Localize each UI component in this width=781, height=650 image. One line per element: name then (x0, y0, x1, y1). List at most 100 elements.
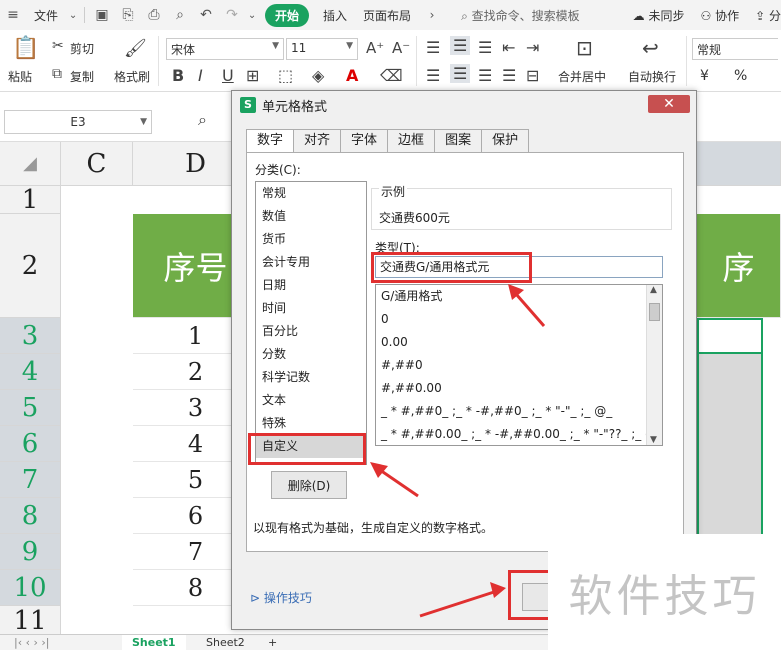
tab-page-layout[interactable]: 页面布局 (355, 7, 419, 24)
delete-button[interactable]: 删除(D) (271, 471, 347, 499)
export-icon[interactable]: ⎘ (115, 4, 141, 26)
undo-icon[interactable]: ↶ (193, 4, 219, 26)
indent-icon[interactable]: ⇥ (526, 38, 539, 57)
font-size-select[interactable]: 11 ▼ (286, 38, 358, 60)
row-header-4[interactable]: 4 (0, 354, 61, 390)
collab-button[interactable]: ⚇ 协作 (693, 7, 748, 24)
outdent-icon[interactable]: ⇤ (502, 38, 515, 57)
name-box[interactable]: E3 ▼ (4, 110, 152, 134)
sheet-tab-1[interactable]: Sheet1 (122, 635, 186, 650)
align-right-icon[interactable]: ☰ (478, 66, 492, 85)
category-item-custom[interactable]: 自定义 (256, 435, 366, 458)
currency-button[interactable]: ¥ (700, 68, 709, 84)
row-header-11[interactable]: 11 (0, 606, 61, 634)
copy-icon[interactable]: ⧉ (52, 66, 62, 82)
category-item[interactable]: 特殊 (256, 412, 366, 435)
tab-home[interactable]: 开始 (265, 3, 310, 27)
preview-icon[interactable]: ⌕ (167, 4, 193, 26)
chevron-down-icon[interactable]: ⌄ (245, 4, 259, 26)
cell-style-icon[interactable]: ⬚ (278, 66, 293, 85)
type-list-scrollbar[interactable]: ▲ ▼ (646, 285, 662, 445)
menu-file[interactable]: 文件 (26, 7, 66, 24)
type-list[interactable]: G/通用格式 0 0.00 #,##0 #,##0.00 _ * #,##0_ … (375, 284, 663, 446)
cut-button[interactable]: 剪切 (70, 40, 94, 57)
redo-icon[interactable]: ↷ (219, 4, 245, 26)
row-header-7[interactable]: 7 (0, 462, 61, 498)
print-icon[interactable]: ⎙ (141, 4, 167, 26)
tab-pattern[interactable]: 图案 (435, 129, 483, 153)
category-item[interactable]: 会计专用 (256, 251, 366, 274)
row-header-10[interactable]: 10 (0, 570, 61, 606)
category-item[interactable]: 分数 (256, 343, 366, 366)
menu-icon[interactable]: ≡ (0, 4, 26, 26)
search-box[interactable]: ⌕ 查找命令、搜索模板 (453, 7, 588, 24)
type-item[interactable]: _ * #,##0_ ;_ * -#,##0_ ;_ * "-"_ ;_ @_ (376, 400, 662, 423)
italic-button[interactable]: I (198, 66, 203, 85)
sheet-nav-icons[interactable]: |‹ ‹ › ›| (4, 635, 60, 650)
decrease-font-icon[interactable]: A⁻ (392, 39, 410, 57)
category-item[interactable]: 文本 (256, 389, 366, 412)
paste-button[interactable]: 粘贴 (8, 68, 32, 85)
scrollbar-thumb[interactable] (649, 303, 660, 321)
align-top-icon[interactable]: ☰ (426, 38, 440, 57)
format-painter-button[interactable]: 格式刷 (114, 68, 150, 85)
column-header-e[interactable] (697, 142, 781, 186)
brush-icon[interactable]: 🖌 (124, 38, 147, 59)
row-header-5[interactable]: 5 (0, 390, 61, 426)
type-input[interactable]: 交通费G/通用格式元 (375, 256, 663, 278)
align-bottom-icon[interactable]: ☰ (478, 38, 492, 57)
row-header-3[interactable]: 3 (0, 318, 61, 354)
number-format-select[interactable]: 常规 (692, 38, 778, 60)
scroll-up-icon[interactable]: ▲ (650, 285, 657, 295)
share-button[interactable]: ⇪ 分 (747, 7, 781, 24)
bold-button[interactable]: B (172, 66, 184, 85)
cell-e2-header[interactable]: 序 (697, 214, 781, 318)
font-color-icon[interactable]: A (346, 66, 358, 85)
tips-link[interactable]: ⊳ 操作技巧 (250, 589, 312, 606)
category-item[interactable]: 数值 (256, 205, 366, 228)
dialog-title-bar[interactable]: S 单元格格式 ✕ (232, 91, 696, 119)
fill-color-icon[interactable]: ◈ (312, 66, 324, 85)
add-sheet-icon[interactable]: + (258, 635, 287, 650)
eraser-icon[interactable]: ⌫ (380, 66, 403, 85)
category-item[interactable]: 货币 (256, 228, 366, 251)
distribute-icon[interactable]: ⊟ (526, 66, 539, 85)
tab-number[interactable]: 数字 (246, 129, 295, 154)
paste-icon[interactable]: 📋 (12, 36, 39, 61)
tab-insert[interactable]: 插入 (315, 7, 355, 24)
type-item[interactable]: #,##0 (376, 354, 662, 377)
row-header-9[interactable]: 9 (0, 534, 61, 570)
percent-button[interactable]: % (734, 68, 747, 84)
type-item[interactable]: #,##0.00 (376, 377, 662, 400)
wrap-icon[interactable]: ↩ (642, 36, 659, 60)
close-button[interactable]: ✕ (648, 95, 690, 113)
scroll-down-icon[interactable]: ▼ (650, 435, 657, 445)
category-item[interactable]: 时间 (256, 297, 366, 320)
align-middle-icon[interactable]: ☰ (450, 36, 471, 55)
type-item[interactable]: 0.00 (376, 331, 662, 354)
row-header-8[interactable]: 8 (0, 498, 61, 534)
category-list[interactable]: 常规 数值 货币 会计专用 日期 时间 百分比 分数 科学记数 文本 特殊 自定… (255, 181, 367, 465)
tab-alignment[interactable]: 对齐 (294, 129, 342, 153)
row-header-2[interactable]: 2 (0, 214, 61, 318)
sheet-tab-2[interactable]: Sheet2 (196, 635, 255, 650)
category-item[interactable]: 常规 (256, 182, 366, 205)
font-name-select[interactable]: 宋体 ▼ (166, 38, 284, 60)
chevron-down-icon[interactable]: ⌄ (66, 4, 80, 26)
category-item[interactable]: 百分比 (256, 320, 366, 343)
row-header-6[interactable]: 6 (0, 426, 61, 462)
category-item[interactable]: 科学记数 (256, 366, 366, 389)
select-all-corner[interactable]: ◢ (0, 142, 61, 186)
wrap-text-button[interactable]: 自动换行 (628, 68, 676, 85)
tab-font[interactable]: 字体 (341, 129, 389, 153)
save-icon[interactable]: ▣ (89, 4, 115, 26)
border-icon[interactable]: ⊞ (246, 66, 259, 85)
scissors-icon[interactable]: ✂ (52, 38, 64, 54)
merge-center-button[interactable]: 合并居中 (558, 68, 606, 85)
type-item[interactable]: 0 (376, 308, 662, 331)
merge-icon[interactable]: ⊡ (576, 36, 593, 60)
tab-border[interactable]: 边框 (388, 129, 436, 153)
category-item[interactable]: 日期 (256, 274, 366, 297)
type-item[interactable]: G/通用格式 (376, 285, 662, 308)
tab-protection[interactable]: 保护 (482, 129, 530, 153)
